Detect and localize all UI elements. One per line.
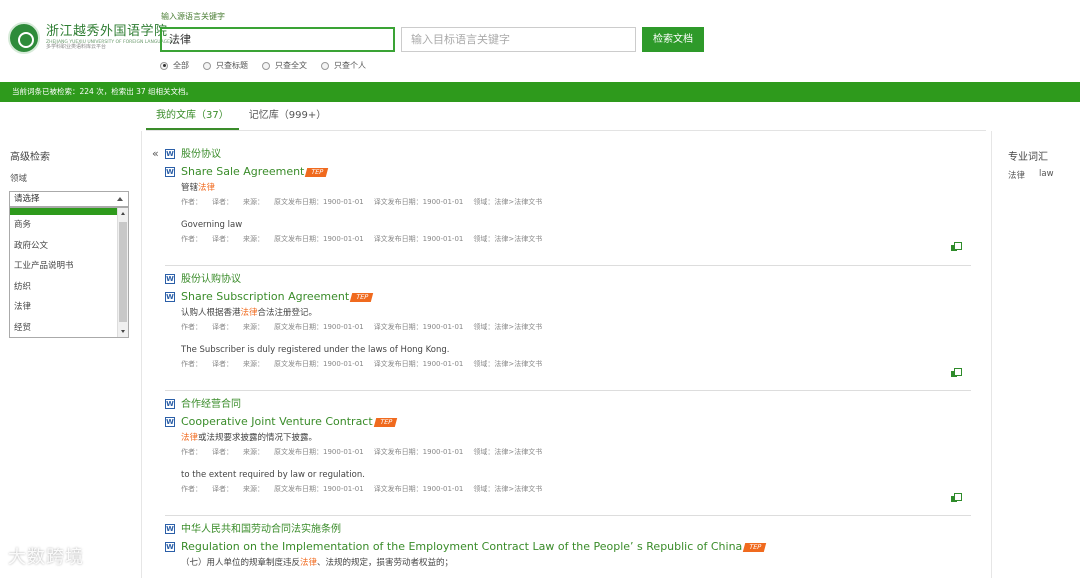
- result-title-cn[interactable]: W 合作经营合同: [165, 397, 971, 413]
- result-title-en[interactable]: W Share Subscription Agreement TEP: [165, 288, 971, 305]
- domain-option[interactable]: 经贸: [10, 318, 128, 338]
- result-item: W 合作经营合同 W Cooperative Joint Venture Contr…: [165, 397, 971, 502]
- target-keyword-input[interactable]: 输入目标语言关键字: [401, 27, 636, 52]
- advanced-search-panel: 高级检索 领域 请选择 商务 政府公文 工业产品说明书 纺织 法律 经贸: [0, 131, 142, 578]
- tab-memory-bank[interactable]: 记忆库（999+）: [239, 102, 336, 130]
- advanced-search-title: 高级检索: [10, 152, 50, 163]
- domain-label: 领域: [10, 174, 28, 184]
- domain-option[interactable]: 商务: [10, 215, 128, 236]
- word-doc-icon: W: [165, 292, 175, 302]
- target-meta: 作者： 译者： 来源： 原文发布日期：1900-01-01 译文发布日期：1900-01…: [181, 235, 543, 243]
- result-item: W 股份认购协议 W Share Subscription Agreement TEP…: [165, 272, 971, 377]
- library-tabs: 我的文库（37） 记忆库（999+）: [146, 102, 336, 130]
- radio-all[interactable]: 全部: [160, 60, 189, 71]
- domain-listbox[interactable]: 商务 政府公文 工业产品说明书 纺织 法律 经贸: [9, 207, 129, 338]
- domain-option[interactable]: 纺织: [10, 277, 128, 298]
- word-doc-icon: W: [165, 417, 175, 427]
- copy-icon[interactable]: [951, 242, 962, 252]
- result-item: W 股份协议 W Share Sale Agreement TEP 管辖法律 作者：译…: [165, 147, 971, 251]
- word-doc-icon: W: [165, 167, 175, 177]
- logo-subtitle: 多学科职业类语料库云平台: [46, 44, 107, 51]
- radio-personal-only[interactable]: 只查个人: [321, 60, 366, 71]
- radio-dot-icon: [321, 61, 329, 70]
- word-doc-icon: W: [165, 524, 175, 534]
- radio-title-only[interactable]: 只查标题: [203, 60, 248, 71]
- radio-dot-icon: [160, 61, 168, 70]
- header: 浙江越秀外国语学院 ZHEJIANG YUEXIU UNIVERSITY OF …: [0, 0, 1080, 82]
- tep-badge: TEP: [349, 292, 374, 302]
- result-title-en[interactable]: W Regulation on the Implementation of the…: [165, 538, 971, 555]
- result-divider: [165, 390, 971, 391]
- tep-badge: TEP: [305, 167, 329, 177]
- scroll-up-icon[interactable]: [121, 212, 125, 215]
- result-title-cn[interactable]: W 股份认购协议: [165, 272, 971, 288]
- target-snippet: to the extent required by law or regulat…: [181, 470, 365, 480]
- word-doc-icon: W: [165, 274, 175, 284]
- result-title-cn[interactable]: W 中华人民共和国劳动合同法实施条例: [165, 522, 971, 538]
- domain-option[interactable]: 工业产品说明书: [10, 256, 128, 277]
- result-title-en[interactable]: W Share Sale Agreement TEP: [165, 163, 971, 180]
- logo-title: 浙江越秀外国语学院: [46, 24, 168, 40]
- result-item: W 中华人民共和国劳动合同法实施条例 W Regulation on the Imp…: [165, 522, 971, 571]
- glossary-term[interactable]: 法律 law: [1008, 169, 1054, 181]
- source-meta: 作者： 译者： 来源： 原文发布日期：1900-01-01 译文发布日期：1900-01…: [181, 323, 543, 331]
- domain-option[interactable]: 法律: [10, 297, 128, 318]
- source-snippet: 管辖法律: [181, 183, 216, 193]
- target-meta: 作者： 译者： 来源： 原文发布日期：1900-01-01 译文发布日期：1900-01…: [181, 360, 543, 368]
- glossary-term-en: law: [1039, 169, 1054, 179]
- result-title-en[interactable]: W Cooperative Joint Venture Contract TEP: [165, 413, 971, 430]
- radio-fulltext-only[interactable]: 只查全文: [262, 60, 307, 71]
- radio-dot-icon: [203, 61, 211, 70]
- radio-dot-icon: [262, 61, 270, 70]
- glossary-title: 专业词汇: [1008, 152, 1048, 163]
- source-snippet: 法律或法规要求披露的情况下披露。: [181, 433, 318, 443]
- seal-icon: [8, 22, 40, 54]
- word-doc-icon: W: [165, 399, 175, 409]
- glossary-term-cn: 法律: [1008, 171, 1026, 181]
- source-keyword-label: 输入源语言关键字: [161, 12, 225, 21]
- domain-option[interactable]: 政府公文: [10, 236, 128, 257]
- tab-my-library[interactable]: 我的文库（37）: [146, 102, 239, 130]
- target-meta: 作者： 译者： 来源： 原文发布日期：1900-01-01 译文发布日期：1900-01…: [181, 485, 543, 493]
- search-scope-radios: 全部 只查标题 只查全文 只查个人: [160, 60, 366, 71]
- source-snippet: （七）用人单位的规章制度违反法律、法规的规定，损害劳动者权益的；: [181, 558, 454, 568]
- target-snippet: Governing law: [181, 220, 243, 230]
- watermark: 大数跨境: [8, 547, 84, 568]
- domain-select[interactable]: 请选择: [9, 191, 129, 207]
- glossary-panel: 专业词汇 法律 law: [991, 131, 1080, 578]
- collapse-icon[interactable]: «: [152, 147, 159, 160]
- source-snippet: 认购人根据香港法律合法注册登记。: [181, 308, 318, 318]
- word-doc-icon: W: [165, 149, 175, 159]
- source-meta: 作者： 译者： 来源： 原文发布日期：1900-01-01 译文发布日期：1900-01…: [181, 198, 543, 206]
- university-logo[interactable]: 浙江越秀外国语学院 ZHEJIANG YUEXIU UNIVERSITY OF …: [8, 22, 173, 54]
- tep-badge: TEP: [373, 417, 397, 427]
- copy-icon[interactable]: [951, 368, 962, 378]
- scroll-thumb[interactable]: [119, 222, 127, 322]
- copy-icon[interactable]: [951, 493, 962, 503]
- search-status-bar: 当前词条已被检索：224 次，检索出 37 组相关文档。: [0, 82, 1080, 102]
- scroll-down-icon[interactable]: [121, 330, 125, 333]
- listbox-scrollbar[interactable]: [117, 208, 128, 337]
- result-divider: [165, 265, 971, 266]
- tab-divider: [146, 130, 986, 131]
- target-snippet: The Subscriber is duly registered under …: [181, 345, 450, 355]
- result-title-cn[interactable]: W 股份协议: [165, 147, 971, 163]
- source-meta: 作者： 译者： 来源： 原文发布日期：1900-01-01 译文发布日期：1900-01…: [181, 448, 543, 456]
- search-button[interactable]: 检索文档: [642, 27, 704, 52]
- source-keyword-input[interactable]: 法律: [160, 27, 395, 52]
- selected-option-highlight: [10, 208, 118, 215]
- chevron-up-icon: [117, 197, 123, 201]
- result-divider: [165, 515, 971, 516]
- word-doc-icon: W: [165, 542, 175, 552]
- tep-badge: TEP: [743, 542, 767, 552]
